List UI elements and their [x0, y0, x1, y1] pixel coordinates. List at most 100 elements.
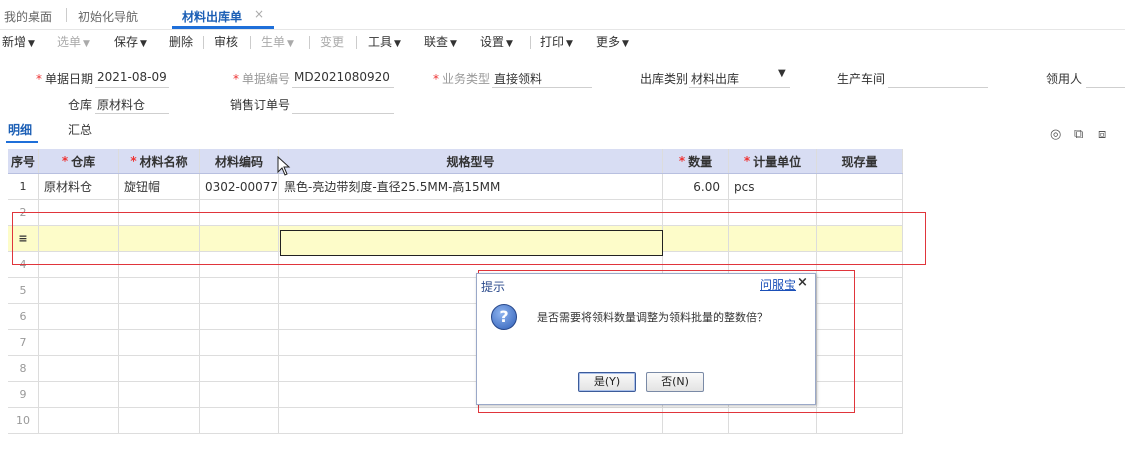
chevron-down-icon: ▼: [140, 39, 147, 49]
col-header-stock[interactable]: 现存量: [817, 149, 903, 173]
field-underline: [292, 87, 394, 88]
copy-icon[interactable]: ⧉: [1074, 127, 1083, 142]
change-button[interactable]: 变更: [320, 33, 344, 50]
field-underline: [95, 87, 169, 88]
col-header-warehouse[interactable]: * 仓库: [39, 149, 119, 173]
tab-summary[interactable]: 汇总: [68, 121, 92, 138]
cell-material-code[interactable]: 0302-00077: [200, 174, 279, 199]
cell-material-code[interactable]: [200, 278, 279, 303]
print-button[interactable]: 打印 ▼: [540, 33, 573, 50]
generate-label: 生单: [261, 35, 286, 49]
cell-material-code[interactable]: [200, 408, 279, 433]
warehouse-field[interactable]: 原材料仓: [97, 96, 145, 113]
save-label: 保存: [114, 35, 139, 49]
sales-order-label: 销售订单号: [230, 98, 291, 112]
doc-date-label: * 单据日期: [36, 72, 94, 86]
field-underline: [689, 87, 790, 88]
settings-label: 设置: [480, 35, 505, 49]
col-header-qty-text: 数量: [688, 154, 713, 169]
col-header-no[interactable]: 序号: [8, 149, 39, 173]
generate-button[interactable]: 生单 ▼: [261, 33, 294, 50]
tab-detail[interactable]: 明细: [8, 121, 32, 138]
cell-warehouse[interactable]: [39, 356, 119, 381]
doc-no-label-text: 单据编号: [242, 72, 291, 86]
col-header-name[interactable]: * 材料名称: [119, 149, 200, 173]
more-button[interactable]: 更多 ▼: [596, 33, 629, 50]
annotation-rectangle: [12, 212, 926, 265]
chevron-down-icon: ▼: [394, 39, 401, 49]
dialog-message: 是否需要将领料数量调整为领料批量的整数倍？: [537, 311, 768, 324]
cell-material-name[interactable]: [119, 304, 200, 329]
field-underline: [492, 87, 592, 88]
table-row[interactable]: 1 原材料仓 旋钮帽 0302-00077 黑色-亮边带刻度-直径25.5MM-高15M…: [8, 174, 903, 200]
delete-button[interactable]: 删除: [169, 33, 193, 50]
cell-row-number: 8: [8, 356, 39, 381]
select-label: 选单: [57, 35, 82, 49]
cell-spec[interactable]: 黑色-亮边带刻度-直径25.5MM-高15MM: [279, 174, 663, 199]
cell-stock[interactable]: [817, 174, 903, 199]
toolbar-divider: [203, 36, 204, 49]
cell-warehouse[interactable]: [39, 408, 119, 433]
save-button[interactable]: 保存 ▼: [114, 33, 147, 50]
cell-unit[interactable]: pcs: [729, 174, 817, 199]
cell-material-code[interactable]: [200, 382, 279, 407]
tab-desktop[interactable]: 我的桌面: [4, 8, 52, 25]
link-query-label: 联查: [424, 35, 449, 49]
chevron-down-icon[interactable]: ▼: [778, 68, 786, 79]
col-header-warehouse-text: 仓库: [71, 154, 96, 169]
settings-button[interactable]: 设置 ▼: [480, 33, 513, 50]
out-type-select[interactable]: 材料出库: [691, 70, 739, 87]
cell-warehouse[interactable]: [39, 330, 119, 355]
select-button[interactable]: 选单 ▼: [57, 33, 90, 50]
link-query-button[interactable]: 联查 ▼: [424, 33, 457, 50]
out-type-label: 出库类别: [640, 72, 689, 86]
cell-quantity[interactable]: 6.00: [663, 174, 729, 199]
toolbar-divider: [530, 36, 531, 49]
cell-material-name[interactable]: 旋钮帽: [119, 174, 200, 199]
add-button[interactable]: 新增 ▼: [2, 33, 35, 50]
help-link[interactable]: 问服宝: [760, 276, 796, 293]
col-header-code[interactable]: 材料编码: [200, 149, 279, 173]
no-button[interactable]: 否(N): [646, 372, 704, 392]
yes-button[interactable]: 是(Y): [578, 372, 636, 392]
doc-no-label: * 单据编号: [233, 72, 291, 86]
close-icon[interactable]: ×: [797, 275, 808, 290]
active-subtab-indicator: [6, 141, 38, 143]
cell-material-name[interactable]: [119, 330, 200, 355]
more-label: 更多: [596, 35, 621, 49]
doc-date-field[interactable]: 2021-08-09: [97, 70, 167, 84]
cell-material-name[interactable]: [119, 408, 200, 433]
cell-warehouse[interactable]: [39, 382, 119, 407]
close-icon[interactable]: ×: [254, 7, 264, 21]
tab-init-nav[interactable]: 初始化导航: [78, 8, 138, 25]
field-underline: [1086, 87, 1125, 88]
biz-type-field[interactable]: 直接领料: [494, 70, 542, 87]
cell-material-name[interactable]: [119, 356, 200, 381]
print-label: 打印: [540, 35, 565, 49]
doc-no-field[interactable]: MD2021080920: [294, 70, 390, 84]
cell-warehouse[interactable]: [39, 278, 119, 303]
tools-button[interactable]: 工具 ▼: [368, 33, 401, 50]
col-header-qty[interactable]: * 数量: [663, 149, 729, 173]
field-underline: [95, 113, 169, 114]
audit-button[interactable]: 审核: [214, 33, 238, 50]
doc-date-label-text: 单据日期: [45, 72, 94, 86]
chevron-down-icon: ▼: [28, 39, 35, 49]
cell-material-code[interactable]: [200, 330, 279, 355]
toolbar-divider: [250, 36, 251, 49]
field-underline: [292, 113, 394, 114]
location-pin-icon[interactable]: ◎: [1050, 127, 1061, 142]
cell-material-name[interactable]: [119, 278, 200, 303]
col-header-spec[interactable]: 规格型号: [279, 149, 663, 173]
cell-material-code[interactable]: [200, 356, 279, 381]
tab-material-out[interactable]: 材料出库单: [182, 8, 242, 25]
workshop-label: 生产车间: [837, 72, 886, 86]
paste-icon[interactable]: ⧈: [1098, 127, 1106, 142]
active-tab-indicator: [172, 26, 274, 29]
cell-material-code[interactable]: [200, 304, 279, 329]
dialog-title: 提示: [481, 280, 506, 294]
cell-warehouse[interactable]: 原材料仓: [39, 174, 119, 199]
cell-warehouse[interactable]: [39, 304, 119, 329]
col-header-unit[interactable]: * 计量单位: [729, 149, 817, 173]
cell-material-name[interactable]: [119, 382, 200, 407]
